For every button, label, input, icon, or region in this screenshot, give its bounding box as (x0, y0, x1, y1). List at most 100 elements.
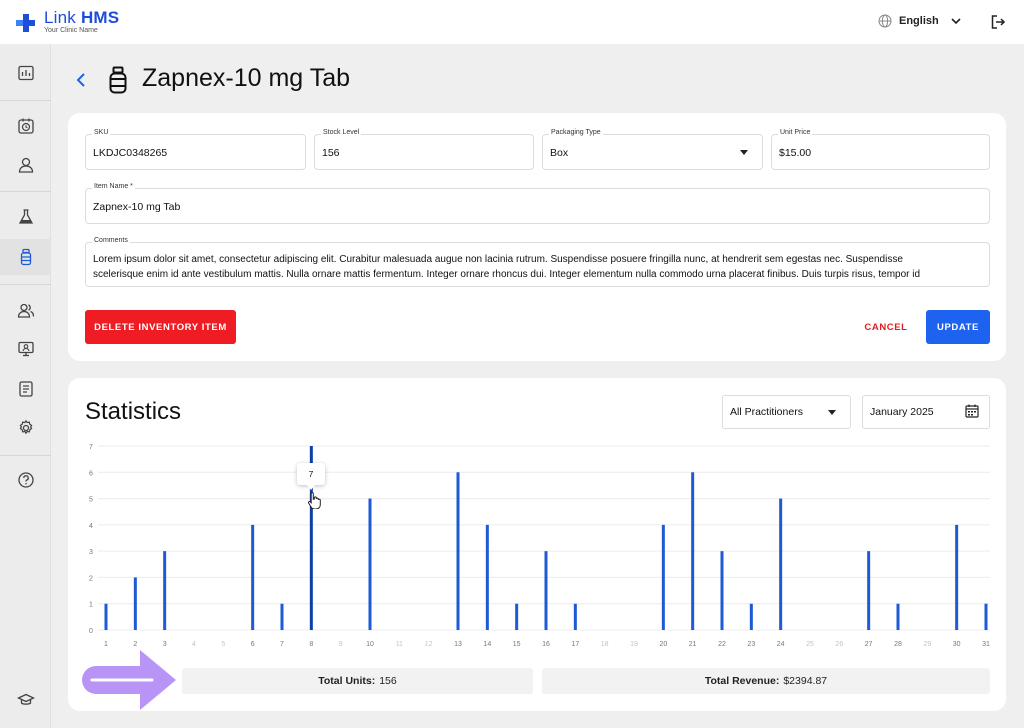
chart-tooltip: 7 (297, 463, 325, 490)
stock-level-value: 156 (322, 147, 340, 159)
sidebar-item-patients[interactable] (0, 147, 51, 183)
delete-inventory-item-button[interactable]: DELETE INVENTORY ITEM (85, 310, 236, 344)
sidebar-item-help[interactable] (0, 462, 51, 498)
x-tick-label: 31 (982, 641, 990, 648)
bar-day-17[interactable] (573, 603, 577, 630)
bar-day-21[interactable] (691, 472, 695, 630)
sku-value: LKDJC0348265 (93, 147, 168, 159)
bar-day-6[interactable] (251, 524, 255, 630)
bar-day-16[interactable] (544, 551, 548, 630)
bar-day-30[interactable] (955, 524, 959, 630)
bar-day-28[interactable] (896, 603, 900, 630)
x-tick-label: 28 (894, 641, 902, 648)
app-window: Link HMS Your Clinic Name English Zapnex… (0, 0, 1024, 728)
total-revenue-label: Total Revenue: (704, 675, 780, 687)
sidebar-item-staff[interactable] (0, 292, 51, 328)
x-tick-label: 23 (747, 641, 755, 648)
x-tick-label: 4 (192, 641, 196, 648)
bar-day-27[interactable] (867, 551, 871, 630)
x-tick-label: 13 (454, 641, 462, 648)
stock-level-label: Stock Level (321, 129, 362, 136)
x-tick-label: 14 (483, 641, 491, 648)
bar-day-7[interactable] (280, 603, 284, 630)
total-revenue-value: $2394.87 (783, 675, 828, 687)
stock-level-field[interactable]: Stock Level 156 (314, 129, 534, 170)
comments-field[interactable]: Comments Lorem ipsum dolor sit amet, con… (85, 237, 990, 287)
top-bar: Link HMS Your Clinic Name English (0, 0, 1024, 44)
packaging-type-select[interactable]: Packaging Type Box (542, 129, 763, 170)
sidebar-item-inventory[interactable] (0, 239, 51, 275)
x-tick-label: 27 (865, 641, 873, 648)
sku-field[interactable]: SKU LKDJC0348265 (85, 129, 306, 170)
packaging-type-label: Packaging Type (549, 129, 603, 136)
total-revenue: Total Revenue: $2394.87 (542, 668, 990, 694)
packaging-type-value: Box (550, 147, 569, 159)
help-icon (17, 472, 34, 488)
item-name-field[interactable]: Item Name * Zapnex-10 mg Tab (85, 183, 990, 224)
bar-day-1[interactable] (104, 603, 108, 630)
x-tick-label: 11 (396, 641, 403, 648)
item-name-value: Zapnex-10 mg Tab (93, 201, 181, 213)
sidebar-item-appointments[interactable] (0, 108, 51, 144)
graduation-cap-icon (16, 693, 35, 705)
x-tick-label: 30 (953, 641, 961, 648)
y-tick-label: 3 (89, 549, 93, 556)
update-button[interactable]: UPDATE (926, 310, 990, 344)
sidebar-divider (0, 191, 51, 192)
sidebar-item-telehealth[interactable] (0, 331, 51, 367)
y-tick-label: 4 (89, 523, 93, 530)
bar-day-14[interactable] (485, 524, 489, 630)
medicine-bottle-icon (109, 66, 127, 94)
x-tick-label: 9 (339, 641, 343, 648)
bar-day-24[interactable] (779, 498, 783, 630)
bar-day-3[interactable] (163, 551, 167, 630)
comments-line-2: scelerisque enim id ante vestibulum matt… (93, 269, 921, 280)
sidebar-item-training[interactable] (0, 682, 51, 718)
bar-day-2[interactable] (133, 577, 137, 630)
sidebar-item-dashboard[interactable] (0, 55, 51, 91)
sidebar-item-settings[interactable] (0, 410, 51, 446)
cancel-button[interactable]: CANCEL (852, 310, 920, 344)
bar-day-10[interactable] (368, 498, 372, 630)
logout-icon[interactable] (990, 14, 1006, 30)
bar-day-23[interactable] (749, 603, 753, 630)
y-tick-label: 6 (89, 470, 93, 477)
bar-day-22[interactable] (720, 551, 724, 630)
unit-price-field[interactable]: Unit Price $15.00 (771, 129, 990, 170)
globe-icon (878, 14, 892, 28)
x-tick-label: 6 (251, 641, 255, 648)
back-button[interactable] (73, 70, 91, 90)
sidebar-item-reports[interactable] (0, 371, 51, 407)
report-icon (18, 381, 33, 397)
x-tick-label: 12 (425, 641, 433, 648)
lab-flask-icon (18, 209, 33, 224)
y-tick-label: 0 (89, 628, 93, 635)
calendar-clock-icon (17, 118, 34, 134)
sidebar (0, 44, 51, 728)
app-logo[interactable]: Link HMS Your Clinic Name (16, 9, 119, 35)
app-name: Link HMS (44, 8, 120, 27)
page-title: Zapnex-10 mg Tab (142, 64, 350, 92)
sku-label: SKU (92, 129, 111, 136)
y-tick-label: 1 (89, 602, 93, 609)
monitor-user-icon (17, 341, 34, 357)
x-tick-label: 10 (366, 641, 374, 648)
sidebar-divider (0, 455, 51, 456)
bar-day-31[interactable] (984, 603, 988, 630)
x-tick-label: 17 (571, 641, 579, 648)
x-tick-label: 18 (601, 641, 609, 648)
language-selector[interactable]: English (878, 14, 962, 28)
bar-day-13[interactable] (456, 472, 460, 630)
unit-price-value: $15.00 (779, 147, 812, 159)
bar-day-15[interactable] (515, 603, 519, 630)
x-tick-label: 7 (280, 641, 284, 648)
medicine-bottle-icon (20, 248, 31, 266)
bar-day-20[interactable] (661, 524, 665, 630)
x-tick-label: 8 (309, 641, 313, 648)
sidebar-divider (0, 100, 51, 101)
sidebar-item-lab[interactable] (0, 199, 51, 235)
total-units: Total Units: 156 (182, 668, 533, 694)
item-name-label: Item Name * (92, 183, 135, 190)
comments-label: Comments (92, 237, 130, 244)
x-tick-label: 16 (542, 641, 550, 648)
